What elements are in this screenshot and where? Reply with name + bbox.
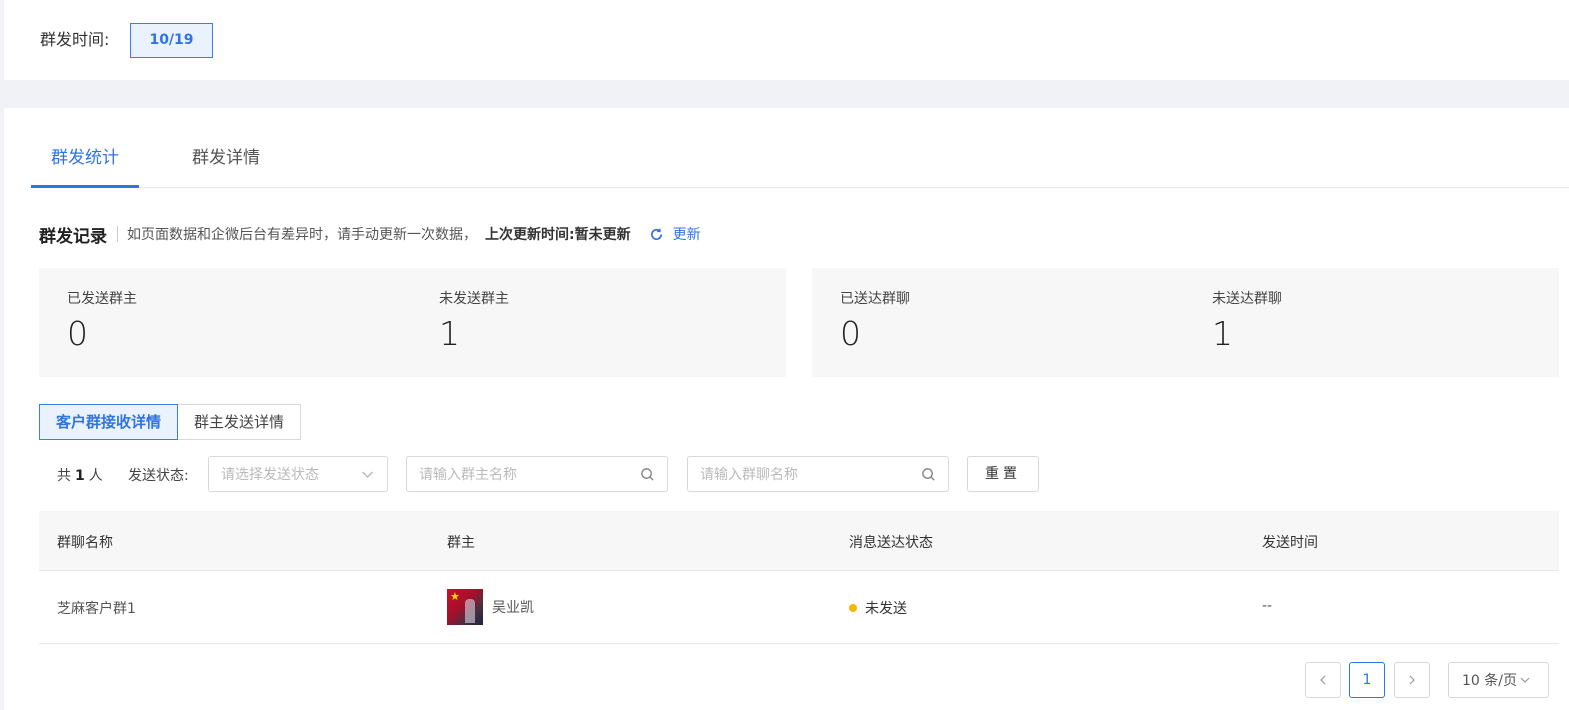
star-icon: ★ [450, 590, 460, 603]
stat-label: 已发送群主 [67, 291, 137, 307]
page-number-button[interactable]: 1 [1349, 662, 1385, 698]
record-divider [117, 226, 118, 242]
table-header: 群聊名称 群主 消息送达状态 发送时间 [39, 511, 1559, 571]
refresh-button[interactable]: 更新 [649, 224, 701, 244]
table-row: 芝麻客户群1 ★ 吴业凯 未发送 -- [39, 571, 1559, 644]
owner-search-placeholder: 请输入群主名称 [419, 467, 517, 483]
group-search-placeholder: 请输入群聊名称 [700, 467, 798, 483]
page-size-value: 10 条/页 [1462, 673, 1517, 689]
tab-statistics[interactable]: 群发统计 [31, 146, 139, 188]
detail-subtabs: 客户群接收详情 群主发送详情 [39, 404, 302, 440]
filter-row: 共1人 发送状态: 请选择发送状态 请输入群主名称 请输入群聊名称 重置 [39, 456, 1564, 492]
stat-label: 未发送群主 [439, 291, 509, 307]
owner-search-input[interactable]: 请输入群主名称 [406, 456, 668, 492]
send-time-card: 群发时间: 10/19 [4, 0, 1569, 80]
total-count: 共1人 [57, 465, 103, 485]
chevron-down-icon [1520, 677, 1530, 683]
column-header-send-time: 发送时间 [1262, 535, 1318, 551]
chevron-down-icon [361, 470, 374, 478]
reset-button[interactable]: 重置 [967, 456, 1039, 492]
cell-delivery-status: 未发送 [849, 598, 907, 618]
column-header-owner: 群主 [447, 535, 475, 551]
owner-stats-panel: 已发送群主 0 未发送群主 1 [39, 268, 786, 377]
status-text: 未发送 [865, 601, 907, 617]
send-time-label: 群发时间: [40, 30, 110, 49]
prev-page-button[interactable] [1305, 662, 1341, 698]
stat-value: 1 [439, 314, 460, 353]
group-stats-panel: 已送达群聊 0 未送达群聊 1 [812, 268, 1559, 377]
status-filter-label: 发送状态: [128, 468, 189, 484]
last-update-label: 上次更新时间: [485, 227, 575, 243]
search-icon[interactable] [640, 467, 655, 482]
count-prefix: 共 [57, 468, 71, 484]
receive-table: 群聊名称 群主 消息送达状态 发送时间 芝麻客户群1 ★ 吴业凯 未发送 -- [39, 511, 1559, 644]
stat-label: 已送达群聊 [840, 291, 910, 307]
count-suffix: 人 [88, 468, 103, 484]
tab-details[interactable]: 群发详情 [176, 146, 276, 188]
stat-undelivered-groups: 未送达群聊 1 [1212, 290, 1282, 354]
owner-name: 吴业凯 [492, 600, 534, 616]
column-header-delivery-status: 消息送达状态 [849, 535, 933, 551]
stat-value: 1 [1212, 314, 1233, 353]
chevron-left-icon [1320, 675, 1326, 685]
last-update-value: 暂未更新 [574, 227, 631, 243]
send-date-chip[interactable]: 10/19 [130, 23, 213, 58]
stat-unsent-owners: 未发送群主 1 [439, 290, 509, 354]
stat-delivered-groups: 已送达群聊 0 [840, 290, 910, 354]
record-title: 群发记录 [39, 226, 107, 247]
subtab-group-receive[interactable]: 客户群接收详情 [39, 404, 179, 440]
group-search-input[interactable]: 请输入群聊名称 [687, 456, 949, 492]
stat-value: 0 [840, 314, 861, 353]
status-dot-icon [849, 604, 857, 612]
status-select-placeholder: 请选择发送状态 [221, 467, 319, 483]
stat-label: 未送达群聊 [1212, 291, 1282, 307]
main-card: 群发统计 群发详情 群发记录 如页面数据和企微后台有差异时，请手动更新一次数据，… [4, 108, 1569, 710]
page-size-select[interactable]: 10 条/页 [1448, 662, 1549, 698]
cell-owner: ★ 吴业凯 [447, 589, 534, 625]
search-icon[interactable] [921, 467, 936, 482]
avatar-figure [465, 599, 475, 623]
cell-group-name: 芝麻客户群1 [57, 601, 136, 617]
refresh-icon [650, 228, 662, 240]
count-value: 1 [75, 468, 85, 484]
subtab-owner-send[interactable]: 群主发送详情 [178, 404, 302, 440]
cell-send-time: -- [1262, 598, 1273, 614]
column-header-group-name: 群聊名称 [57, 535, 113, 551]
chevron-right-icon [1409, 675, 1415, 685]
record-hint: 如页面数据和企微后台有差异时，请手动更新一次数据， [127, 227, 477, 243]
refresh-label: 更新 [672, 227, 701, 243]
stat-sent-owners: 已发送群主 0 [67, 290, 137, 354]
next-page-button[interactable] [1394, 662, 1430, 698]
status-select[interactable]: 请选择发送状态 [208, 456, 388, 492]
tab-active-indicator [31, 185, 139, 188]
record-header: 群发记录 如页面数据和企微后台有差异时，请手动更新一次数据， 上次更新时间: 暂… [39, 222, 701, 247]
tab-bar: 群发统计 群发详情 [31, 132, 1569, 188]
avatar: ★ [447, 589, 483, 625]
stat-value: 0 [67, 314, 88, 353]
